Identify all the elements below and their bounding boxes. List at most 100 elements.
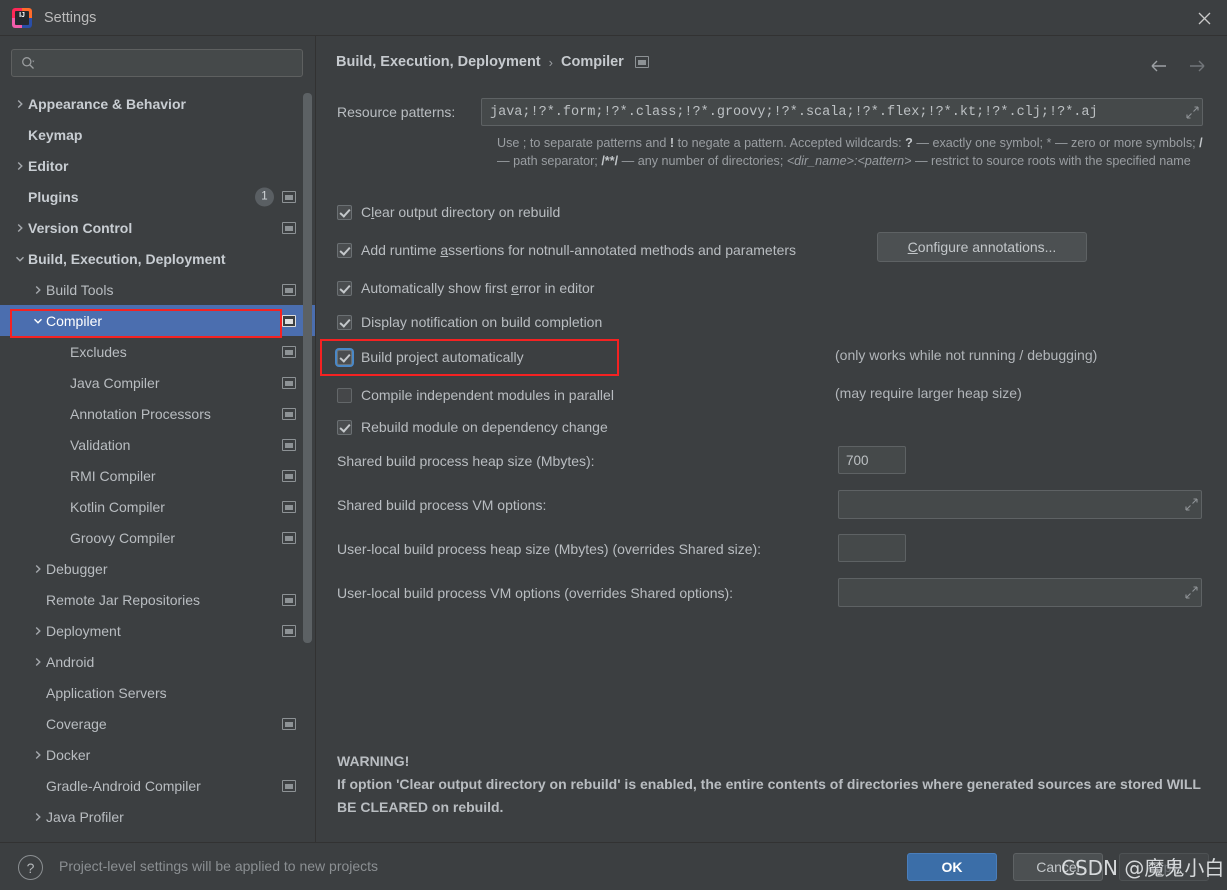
checkbox-label-clear-output-directory: Clear output directory on rebuild (361, 204, 560, 220)
ok-button[interactable]: OK (907, 853, 997, 881)
hint-part-3: — exactly one symbol; * — zero or more s… (912, 136, 1200, 150)
breadcrumb-current[interactable]: Compiler (561, 54, 624, 70)
hint-dir-pattern: <dir_name>:<pattern> (786, 154, 912, 168)
checkbox-row-build-project-automatically[interactable]: Build project automatically (337, 347, 524, 367)
sidebar-item-deployment[interactable]: Deployment (0, 615, 315, 646)
sidebar-item-keymap[interactable]: Keymap (0, 119, 315, 150)
settings-dialog: IJ Settings Appearance & Behavior Keymap… (0, 0, 1227, 890)
expand-editor-icon[interactable] (1182, 105, 1202, 119)
sidebar-item-android[interactable]: Android (0, 646, 315, 677)
label-part-pre: Automatically show first (361, 280, 512, 296)
label-part-pre: Rebuild module on dependency change (361, 419, 608, 435)
checkbox-clear-output-directory[interactable] (337, 204, 352, 220)
sidebar-item-annotation-processors[interactable]: Annotation Processors (0, 398, 315, 429)
sidebar-item-appearance-behavior[interactable]: Appearance & Behavior (0, 88, 315, 119)
sidebar-item-java-profiler[interactable]: Java Profiler (0, 801, 315, 832)
chevron-right-icon[interactable] (30, 626, 46, 636)
checkbox-row-add-runtime-assertions[interactable]: Add runtime assertions for notnull-annot… (337, 240, 796, 260)
resource-patterns-label: Resource patterns: (337, 104, 456, 120)
chevron-right-icon[interactable] (30, 750, 46, 760)
sidebar-item-label: Version Control (28, 219, 133, 236)
label-mnemonic: a (440, 242, 449, 258)
checkbox-row-clear-output-directory[interactable]: Clear output directory on rebuild (337, 202, 560, 222)
checkbox-label-display-build-notification: Display notification on build completion (361, 314, 602, 330)
checkbox-label-build-project-automatically: Build project automatically (361, 349, 524, 365)
sidebar-item-application-servers[interactable]: Application Servers (0, 677, 315, 708)
userlocal-heap-size-input[interactable] (838, 534, 906, 562)
search-input[interactable] (39, 55, 302, 71)
sidebar-item-compiler[interactable]: Compiler (0, 305, 315, 336)
sidebar-scrollbar-thumb[interactable] (303, 93, 312, 643)
checkbox-row-display-build-notification[interactable]: Display notification on build completion (337, 312, 602, 332)
sidebar-item-build-tools[interactable]: Build Tools (0, 274, 315, 305)
sidebar-item-remote-jar-repositories[interactable]: Remote Jar Repositories (0, 584, 315, 615)
hint-slash: / (1199, 136, 1203, 150)
sidebar-item-validation[interactable]: Validation (0, 429, 315, 460)
sidebar-item-rmi-compiler[interactable]: RMI Compiler (0, 460, 315, 491)
expand-editor-icon-userlocal-vm[interactable] (1181, 586, 1201, 599)
sidebar-item-label: Plugins (28, 188, 79, 205)
resource-patterns-field[interactable]: java;!?*.form;!?*.class;!?*.groovy;!?*.s… (481, 98, 1203, 126)
sidebar-item-gradle-android-compiler[interactable]: Gradle-Android Compiler (0, 770, 315, 801)
checkbox-add-runtime-assertions[interactable] (337, 242, 352, 258)
sidebar-item-version-control[interactable]: Version Control (0, 212, 315, 243)
sidebar-item-docker[interactable]: Docker (0, 739, 315, 770)
sidebar-item-debugger[interactable]: Debugger (0, 553, 315, 584)
sidebar-item-excludes[interactable]: Excludes (0, 336, 315, 367)
arrow-right-icon[interactable] (1183, 52, 1211, 80)
checkbox-label-auto-show-first-error: Automatically show first error in editor (361, 280, 594, 296)
checkbox-row-compile-modules-in-parallel[interactable]: Compile independent modules in parallel (337, 385, 614, 405)
checkbox-row-auto-show-first-error[interactable]: Automatically show first error in editor (337, 278, 594, 298)
project-scope-icon (282, 593, 296, 606)
sidebar-item-editor[interactable]: Editor (0, 150, 315, 181)
shared-vm-options-label: Shared build process VM options: (337, 497, 547, 513)
sidebar-item-coverage[interactable]: Coverage (0, 708, 315, 739)
checkbox-compile-modules-in-parallel[interactable] (337, 387, 352, 403)
settings-sidebar: Appearance & Behavior Keymap Editor Plugins… (0, 36, 316, 842)
sidebar-item-kotlin-compiler[interactable]: Kotlin Compiler (0, 491, 315, 522)
chevron-right-icon[interactable] (30, 564, 46, 574)
chevron-right-icon[interactable] (12, 223, 28, 233)
label-part-post: ssertions for notnull-annotated methods … (448, 242, 797, 258)
checkbox-rebuild-module-on-dependency-change[interactable] (337, 419, 352, 435)
dialog-footer: ? Project-level settings will be applied… (0, 842, 1227, 890)
resource-patterns-hint: Use ; to separate patterns and ! to nega… (497, 134, 1205, 170)
sidebar-item-plugins[interactable]: Plugins 1 (0, 181, 315, 212)
warning-title: WARNING! (337, 753, 410, 769)
chevron-right-icon[interactable] (30, 812, 46, 822)
sidebar-item-label: Application Servers (46, 684, 167, 701)
chevron-right-icon[interactable] (12, 161, 28, 171)
configure-annotations-button[interactable]: Configure annotations... (877, 232, 1087, 262)
chevron-right-icon[interactable] (12, 99, 28, 109)
checkbox-build-project-automatically[interactable] (337, 349, 352, 365)
project-scope-icon (634, 56, 649, 68)
breadcrumb-root[interactable]: Build, Execution, Deployment (336, 54, 541, 70)
chevron-right-icon[interactable] (30, 285, 46, 295)
checkbox-display-build-notification[interactable] (337, 314, 352, 330)
shared-heap-size-input[interactable]: 700 (838, 446, 906, 474)
project-scope-icon (282, 717, 296, 730)
warning-body: If option 'Clear output directory on reb… (337, 776, 1201, 815)
checkbox-row-rebuild-module-on-dependency-change[interactable]: Rebuild module on dependency change (337, 417, 608, 437)
label-part-pre: Add runtime (361, 242, 441, 258)
search-field-wrapper[interactable] (11, 49, 303, 77)
checkbox-auto-show-first-error[interactable] (337, 280, 352, 296)
chevron-down-icon[interactable] (30, 316, 46, 326)
expand-editor-icon-shared-vm[interactable] (1181, 498, 1201, 511)
userlocal-vm-options-input[interactable] (838, 578, 1202, 607)
sidebar-item-badge: 1 (255, 187, 274, 206)
sidebar-item-build-execution-deployment[interactable]: Build, Execution, Deployment (0, 243, 315, 274)
chevron-right-icon[interactable] (30, 657, 46, 667)
sidebar-item-label: Kotlin Compiler (70, 498, 165, 515)
csdn-watermark: CSDN @魔鬼小白 (1061, 856, 1225, 880)
close-icon[interactable] (1181, 0, 1227, 36)
sidebar-item-groovy-compiler[interactable]: Groovy Compiler (0, 522, 315, 553)
question-mark-icon[interactable]: ? (18, 855, 43, 880)
settings-tree[interactable]: Appearance & Behavior Keymap Editor Plugins… (0, 88, 315, 842)
arrow-left-icon[interactable] (1145, 52, 1173, 80)
shared-vm-options-input[interactable] (838, 490, 1202, 519)
sidebar-item-label: Editor (28, 157, 69, 174)
sidebar-item-java-compiler[interactable]: Java Compiler (0, 367, 315, 398)
chevron-down-icon[interactable] (12, 254, 28, 264)
hint-part-2: to negate a pattern. Accepted wildcards: (674, 136, 906, 150)
